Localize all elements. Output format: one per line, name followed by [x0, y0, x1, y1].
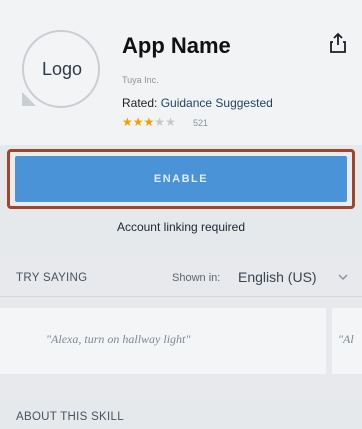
app-logo-tail — [22, 92, 36, 106]
star-rating[interactable]: ★★★★★ — [122, 115, 176, 129]
review-count[interactable]: 521 — [193, 118, 208, 128]
content-rating: Rated: Guidance Suggested — [122, 96, 273, 110]
enable-button[interactable]: ENABLE — [15, 156, 347, 202]
chevron-down-icon[interactable] — [338, 273, 348, 281]
section-divider — [0, 296, 362, 297]
enable-button-highlight: ENABLE — [7, 149, 355, 209]
star-filled-icon: ★ — [122, 115, 133, 129]
phrase-text: "Alexa, turn on hallway light" — [46, 332, 191, 346]
language-select[interactable]: English (US) — [238, 269, 317, 285]
account-linking-notice: Account linking required — [116, 220, 246, 234]
rated-value[interactable]: Guidance Suggested — [161, 96, 273, 110]
star-filled-icon: ★ — [132, 115, 144, 129]
share-icon[interactable] — [329, 32, 347, 54]
star-empty-icon: ★ — [154, 115, 166, 129]
about-skill-title: ABOUT THIS SKILL — [16, 411, 124, 423]
shown-in-label: Shown in: — [172, 272, 221, 284]
app-logo-text: Logo — [41, 59, 83, 79]
try-saying-title: TRY SAYING — [16, 272, 88, 284]
rated-label: Rated: — [122, 96, 158, 110]
app-name: App Name — [122, 33, 231, 58]
phrase-text: "Al — [338, 332, 354, 346]
star-empty-icon: ★ — [165, 115, 176, 129]
star-filled-icon: ★ — [143, 115, 155, 129]
developer-name[interactable]: Tuya Inc. — [122, 75, 159, 85]
